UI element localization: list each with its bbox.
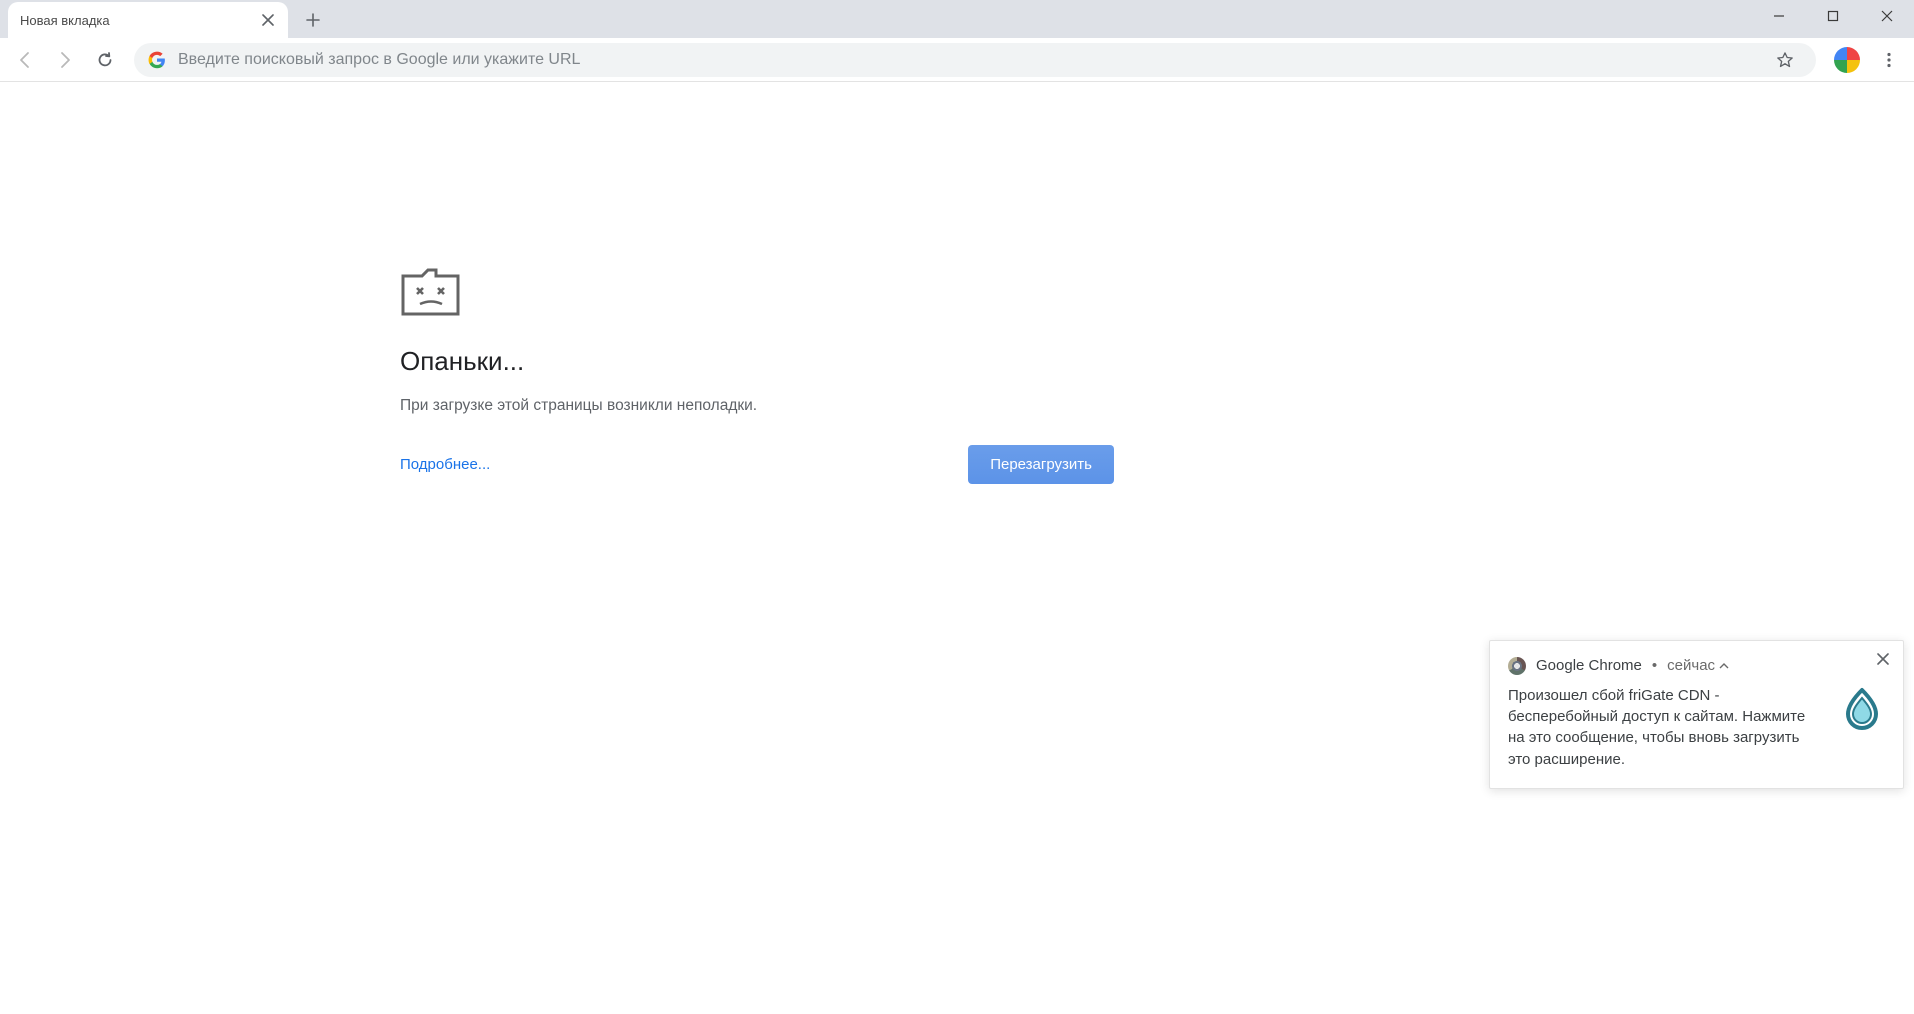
back-button[interactable] — [8, 43, 42, 77]
omnibox[interactable] — [134, 43, 1816, 77]
tab-title: Новая вкладка — [20, 13, 260, 28]
minimize-button[interactable] — [1752, 0, 1806, 32]
toast-header: Google Chrome • сейчас — [1508, 657, 1885, 675]
toast-body-text: Произошел сбой friGate CDN - бесперебойн… — [1508, 685, 1825, 770]
maximize-button[interactable] — [1806, 0, 1860, 32]
error-title: Опаньки... — [400, 346, 1114, 377]
toast-close-icon[interactable] — [1873, 649, 1893, 669]
kebab-menu-icon[interactable] — [1872, 43, 1906, 77]
extension-drop-icon — [1839, 685, 1885, 731]
tab-strip: Новая вкладка — [0, 0, 1914, 38]
profile-avatar[interactable] — [1834, 47, 1860, 73]
close-window-button[interactable] — [1860, 0, 1914, 32]
toast-timestamp: сейчас — [1667, 657, 1729, 674]
address-input[interactable] — [178, 51, 1756, 69]
toolbar — [0, 38, 1914, 82]
forward-button[interactable] — [48, 43, 82, 77]
window-controls — [1752, 0, 1914, 38]
toast-separator: • — [1652, 657, 1657, 674]
reload-page-button[interactable]: Перезагрузить — [968, 445, 1114, 484]
notification-toast[interactable]: Google Chrome • сейчас Произошел сбой fr… — [1489, 640, 1904, 789]
error-interstitial: Опаньки... При загрузке этой страницы во… — [400, 266, 1114, 484]
sad-folder-icon — [400, 266, 1114, 318]
google-g-icon — [148, 51, 166, 69]
learn-more-link[interactable]: Подробнее... — [400, 456, 490, 473]
chevron-up-icon — [1719, 661, 1729, 671]
bookmark-star-icon[interactable] — [1768, 43, 1802, 77]
new-tab-button[interactable] — [298, 5, 328, 35]
reload-button[interactable] — [88, 43, 122, 77]
close-tab-icon[interactable] — [260, 12, 276, 28]
page-content: Опаньки... При загрузке этой страницы во… — [0, 82, 1914, 1014]
error-message: При загрузке этой страницы возникли непо… — [400, 397, 1114, 415]
chrome-icon — [1508, 657, 1526, 675]
browser-tab[interactable]: Новая вкладка — [8, 2, 288, 38]
toast-app-name: Google Chrome — [1536, 657, 1642, 674]
